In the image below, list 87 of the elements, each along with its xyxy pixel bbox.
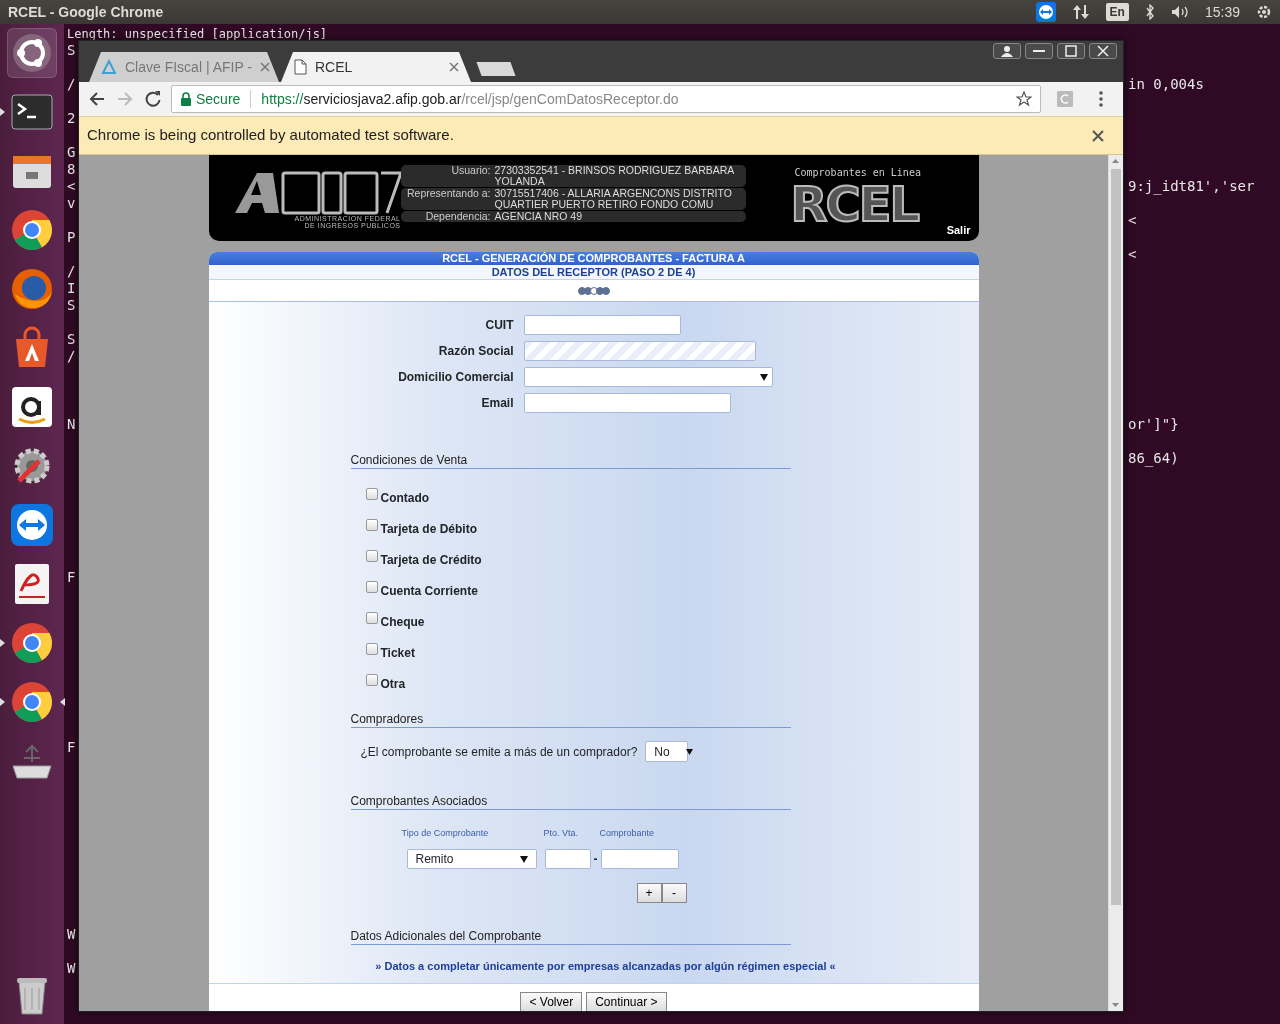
input-field[interactable] xyxy=(600,848,679,869)
maximize-button[interactable] xyxy=(1057,43,1085,59)
checkbox[interactable] xyxy=(365,488,378,500)
checkbox-label: Tarjeta de Débito xyxy=(380,520,477,538)
add-button[interactable]: + xyxy=(636,882,662,903)
user-info-row: Dependencia: AGENCIA NRO 49 xyxy=(400,211,746,222)
secure-label: Secure xyxy=(196,89,241,109)
column-label: Tipo de Comprobante xyxy=(401,827,490,840)
field-label: CUIT xyxy=(484,317,515,334)
separator-text: - xyxy=(593,850,598,868)
gear-icon[interactable] xyxy=(1256,4,1272,20)
checkbox[interactable] xyxy=(365,519,378,531)
section-heading: Compradores xyxy=(350,712,791,728)
special-regime-link[interactable]: » Datos a completar únicamente por empresas alcanzadas por algún régimen especial « xyxy=(375,959,836,972)
checkbox-label: Contado xyxy=(380,489,430,507)
checkbox-label: Tarjeta de Crédito xyxy=(380,551,482,569)
new-tab-button[interactable] xyxy=(476,62,516,76)
column-label: Comprobante xyxy=(599,827,656,840)
checkbox[interactable] xyxy=(365,581,378,593)
bluetooth-icon[interactable] xyxy=(1144,4,1155,20)
checkbox[interactable] xyxy=(365,643,378,655)
person-icon xyxy=(1001,45,1013,57)
input-field[interactable] xyxy=(523,393,731,413)
minimize-button[interactable] xyxy=(1025,43,1053,59)
close-icon[interactable] xyxy=(449,62,459,72)
input-field[interactable] xyxy=(544,848,591,869)
scrollbar-thumb[interactable] xyxy=(1111,169,1121,905)
terminal-text: Length: unspecified [application/js] xyxy=(67,28,328,40)
select-field[interactable] xyxy=(523,367,773,387)
close-icon[interactable] xyxy=(260,62,271,72)
panel-subtitle: DATOS DEL RECEPTOR (PASO 2 DE 4) xyxy=(208,265,979,280)
close-icon xyxy=(1097,45,1109,57)
remove-button[interactable]: - xyxy=(661,882,687,903)
field-label: Email xyxy=(480,395,515,412)
column-label: Pto. Vta. xyxy=(543,827,580,840)
field-label: Domicilio Comercial xyxy=(397,369,515,386)
launcher-item[interactable] xyxy=(7,28,57,78)
clock[interactable]: 15:39 xyxy=(1204,1,1240,23)
checkbox[interactable] xyxy=(365,612,378,624)
triangle-logo-icon xyxy=(101,59,117,75)
minimize-icon xyxy=(1033,50,1045,52)
service-name: Comprobantes en Linea xyxy=(794,166,922,180)
terminal-text: in 0,004s 9:j_idt81','ser < < or']"} 86_64) xyxy=(1128,76,1255,467)
profile-button[interactable] xyxy=(993,43,1021,59)
infobar-message: Chrome is being controlled by automated test software. xyxy=(87,125,454,146)
panel-title: RCEL - GENERACIÓN DE COMPROBANTES - FACTURA A xyxy=(208,252,979,265)
window-title: RCEL - Google Chrome xyxy=(8,2,164,22)
caret-icon xyxy=(685,748,693,755)
address-bar[interactable]: Secure https://serviciosjava2.afip.gob.ar/rcel/jsp/genComDatosReceptor.do xyxy=(171,85,1041,113)
section-heading: Condiciones de Venta xyxy=(350,453,791,469)
tab-title: Clave FIscal | AFIP - xyxy=(125,57,253,77)
checkbox[interactable] xyxy=(365,550,378,562)
remote-control-icon[interactable] xyxy=(1035,2,1056,22)
terminal-text: S / 2 G 8 < v P / I S S / N F F W W xyxy=(67,42,76,977)
user-info-row: Usuario: 27303352541 - BRINSOS RODRIGUEZ BARBARA YOLANDA xyxy=(400,165,746,187)
select-field[interactable]: Remito xyxy=(406,848,537,869)
caret-icon xyxy=(519,854,528,863)
logout-link[interactable]: Salir xyxy=(946,222,971,239)
user-info-row: Representando a: 30715517406 - ALLARIA ARGENCONS DISTRITO QUARTIER PUERTO RETIRO FONDO COMU xyxy=(400,188,746,210)
bookmark-star-icon[interactable] xyxy=(1016,91,1032,107)
checkbox[interactable] xyxy=(365,674,378,686)
network-icon[interactable] xyxy=(1071,4,1090,20)
reload-icon[interactable] xyxy=(143,89,163,109)
browser-tab[interactable]: RCEL xyxy=(281,52,471,82)
close-icon[interactable] xyxy=(1091,128,1105,143)
checkbox-label: Cuenta Corriente xyxy=(380,582,478,600)
checkbox-label: Ticket xyxy=(380,644,415,662)
volume-icon[interactable] xyxy=(1170,5,1189,19)
checkbox-label: Cheque xyxy=(380,613,425,631)
checkbox-label: Otra xyxy=(380,675,406,693)
continue-button[interactable]: Continuar > xyxy=(586,992,667,1011)
tab-title: RCEL xyxy=(315,57,354,77)
page-icon xyxy=(293,59,307,75)
agency-logo-icon xyxy=(232,171,401,215)
url-text: https://serviciosjava2.afip.gob.ar/rcel/jsp/genComDatosReceptor.do xyxy=(261,89,679,109)
caret-icon xyxy=(759,373,768,381)
close-button[interactable] xyxy=(1089,43,1117,59)
lock-icon xyxy=(180,92,192,106)
keyboard-layout-indicator[interactable]: En xyxy=(1105,3,1129,21)
question-text: ¿El comprobante se emite a más de un comprador? xyxy=(360,743,638,761)
section-heading: Datos Adicionales del Comprobante xyxy=(350,928,791,945)
back-button[interactable]: < Volver xyxy=(520,992,583,1011)
service-logo: RCEL xyxy=(790,180,920,228)
maximize-icon xyxy=(1065,45,1077,57)
input-field[interactable] xyxy=(523,315,681,335)
section-heading: Comprobantes Asociados xyxy=(350,794,791,810)
field-label: Razón Social xyxy=(437,343,515,360)
